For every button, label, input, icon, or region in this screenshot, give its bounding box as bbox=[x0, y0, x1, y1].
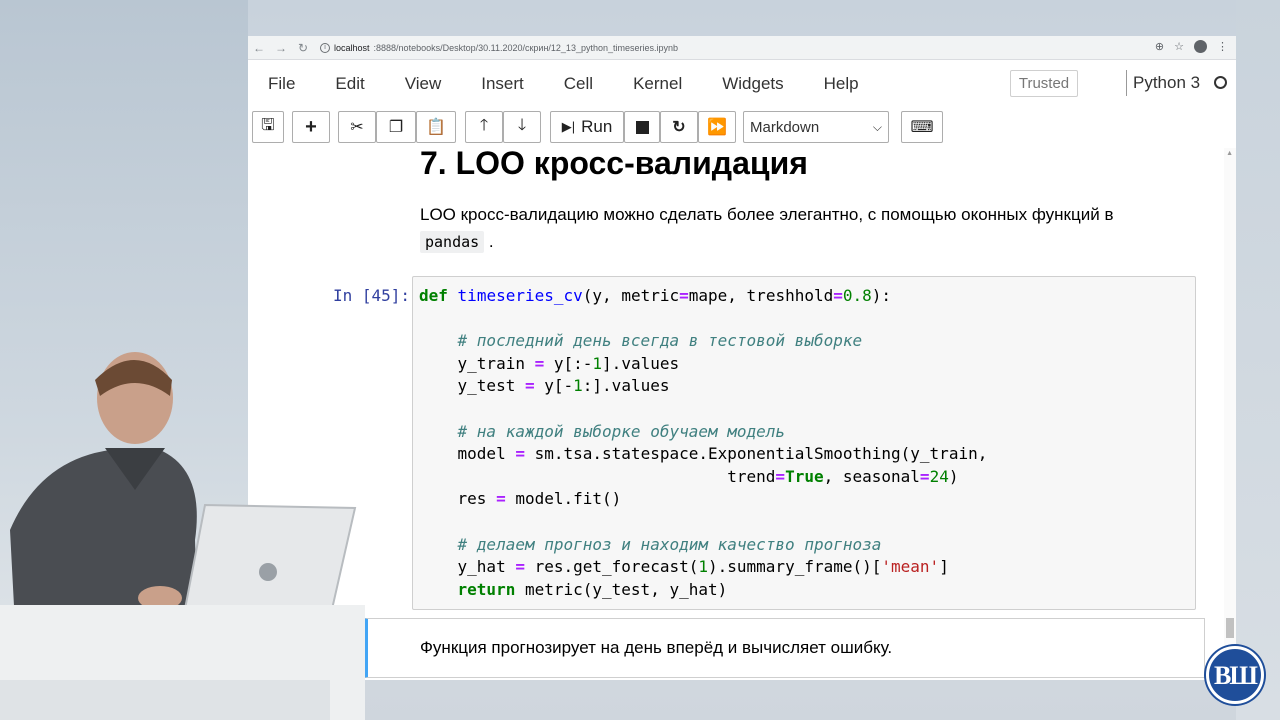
kernel-name: Python 3 bbox=[1133, 73, 1201, 92]
menu-insert[interactable]: Insert bbox=[461, 74, 544, 94]
menu-kernel[interactable]: Kernel bbox=[613, 74, 702, 94]
run-label: Run bbox=[581, 117, 613, 136]
url-field[interactable]: i localhost:8888/notebooks/Desktop/30.11… bbox=[320, 42, 679, 53]
code-editor[interactable]: def timeseries_cv(y, metric=mape, treshh… bbox=[419, 285, 987, 601]
code-line: def timeseries_cv(y, metric=mape, treshh… bbox=[419, 286, 892, 305]
restart-button[interactable]: ↻ bbox=[660, 111, 698, 143]
menu-file[interactable]: File bbox=[248, 74, 315, 94]
code-line: # на каждой выборке обучаем модель bbox=[457, 421, 786, 441]
code-line: y_hat = res.get_forecast(1).summary_fram… bbox=[419, 557, 949, 577]
code-line: model = sm.tsa.statespace.ExponentialSmo… bbox=[419, 444, 988, 464]
code-line: y_train = y[:-1].values bbox=[419, 353, 680, 373]
restart-run-all-button[interactable]: ⏩ bbox=[698, 111, 736, 143]
trusted-indicator[interactable]: Trusted bbox=[1010, 70, 1078, 97]
studio-backdrop-right bbox=[1236, 0, 1280, 720]
input-prompt: In [45]: bbox=[332, 286, 410, 305]
inline-code-pandas: pandas bbox=[420, 231, 485, 253]
code-line: return metric(y_test, y_hat) bbox=[457, 579, 728, 599]
url-path: :8888/notebooks/Desktop/30.11.2020/скрин… bbox=[373, 42, 679, 53]
cut-icon: ✂ bbox=[350, 119, 364, 136]
copy-icon: ❐ bbox=[388, 119, 404, 136]
code-line: trend=True, seasonal=24) bbox=[419, 466, 959, 486]
star-icon[interactable]: ☆ bbox=[1174, 40, 1184, 53]
keyboard-icon: ⌨ bbox=[910, 119, 934, 136]
menu-view[interactable]: View bbox=[385, 74, 462, 94]
scroll-up-icon[interactable]: ▲ bbox=[1226, 150, 1233, 157]
interrupt-button[interactable] bbox=[624, 111, 660, 143]
forward-icon[interactable]: → bbox=[270, 41, 292, 55]
menu-help[interactable]: Help bbox=[804, 74, 879, 94]
move-up-button[interactable]: 🡑 bbox=[465, 111, 503, 143]
run-button[interactable]: ▶| Run bbox=[550, 111, 624, 143]
kernel-separator bbox=[1126, 70, 1127, 96]
menu-edit[interactable]: Edit bbox=[315, 74, 384, 94]
menu-widgets[interactable]: Widgets bbox=[702, 74, 803, 94]
hse-logo-mark: ВШ bbox=[1214, 661, 1258, 690]
menubar: File Edit View Insert Cell Kernel Widget… bbox=[248, 62, 1236, 106]
arrow-down-icon: 🡓 bbox=[517, 116, 527, 134]
cut-button[interactable]: ✂ bbox=[338, 111, 376, 143]
cell-type-value: Markdown bbox=[750, 118, 820, 136]
browser-window: ← → ↻ i localhost:8888/notebooks/Desktop… bbox=[248, 36, 1236, 680]
save-icon: 🖫 bbox=[261, 116, 275, 134]
move-down-button[interactable]: 🡓 bbox=[503, 111, 541, 143]
code-line: # делаем прогноз и находим качество прог… bbox=[457, 534, 882, 554]
stop-icon bbox=[635, 120, 649, 134]
markdown-paragraph: LOO кросс-валидацию можно сделать более … bbox=[420, 201, 1210, 256]
command-palette-button[interactable]: ⌨ bbox=[901, 111, 943, 143]
kernel-status-icon bbox=[1214, 76, 1227, 89]
code-cell[interactable]: def timeseries_cv(y, metric=mape, treshh… bbox=[412, 276, 1196, 610]
code-line: # последний день всегда в тестовой выбор… bbox=[457, 331, 863, 351]
menu-cell[interactable]: Cell bbox=[544, 74, 613, 94]
arrow-up-icon: 🡑 bbox=[479, 116, 489, 134]
run-icon: ▶| bbox=[561, 119, 576, 134]
notebook-container: 7. LOO кросс-валидация LOO кросс-валидац… bbox=[248, 148, 1236, 680]
copy-button[interactable]: ❐ bbox=[376, 111, 416, 143]
url-host: localhost bbox=[334, 42, 370, 53]
info-icon[interactable]: i bbox=[320, 42, 330, 53]
paste-button[interactable]: 📋 bbox=[416, 111, 456, 143]
reload-icon[interactable]: ↻ bbox=[292, 41, 314, 55]
fast-forward-icon: ⏩ bbox=[707, 119, 727, 136]
paste-icon: 📋 bbox=[426, 119, 446, 136]
save-button[interactable]: 🖫 bbox=[252, 111, 284, 143]
toolbar: 🖫 + ✂ ❐ 📋 🡑 🡓 ▶| Run ↻ ⏩ Markdown ⌵ ⌨ bbox=[248, 108, 1236, 146]
paragraph-end: . bbox=[488, 232, 494, 251]
desk-front bbox=[0, 680, 330, 720]
scrollbar[interactable]: ▲ bbox=[1224, 148, 1236, 680]
chevron-down-icon: ⌵ bbox=[872, 119, 882, 134]
cell-type-select[interactable]: Markdown ⌵ bbox=[743, 111, 889, 143]
section-heading: 7. LOO кросс-валидация bbox=[420, 148, 808, 181]
paragraph-text: LOO кросс-валидацию можно сделать более … bbox=[420, 205, 1114, 224]
restart-icon: ↻ bbox=[672, 119, 686, 136]
plus-icon: + bbox=[305, 115, 317, 138]
hse-logo: ВШ bbox=[1206, 646, 1264, 704]
code-line: res = model.fit() bbox=[419, 489, 622, 509]
account-icon[interactable] bbox=[1194, 40, 1207, 53]
more-icon[interactable]: ⋮ bbox=[1217, 40, 1228, 53]
back-icon[interactable]: ← bbox=[248, 41, 270, 55]
scroll-thumb[interactable] bbox=[1226, 618, 1234, 638]
markdown-cell-text: Функция прогнозирует на день вперёд и вы… bbox=[420, 638, 893, 657]
code-line: y_test = y[-1:].values bbox=[419, 376, 670, 396]
address-bar: ← → ↻ i localhost:8888/notebooks/Desktop… bbox=[248, 36, 1236, 60]
zoom-icon[interactable]: ⊕ bbox=[1155, 40, 1164, 53]
insert-cell-button[interactable]: + bbox=[292, 111, 330, 143]
